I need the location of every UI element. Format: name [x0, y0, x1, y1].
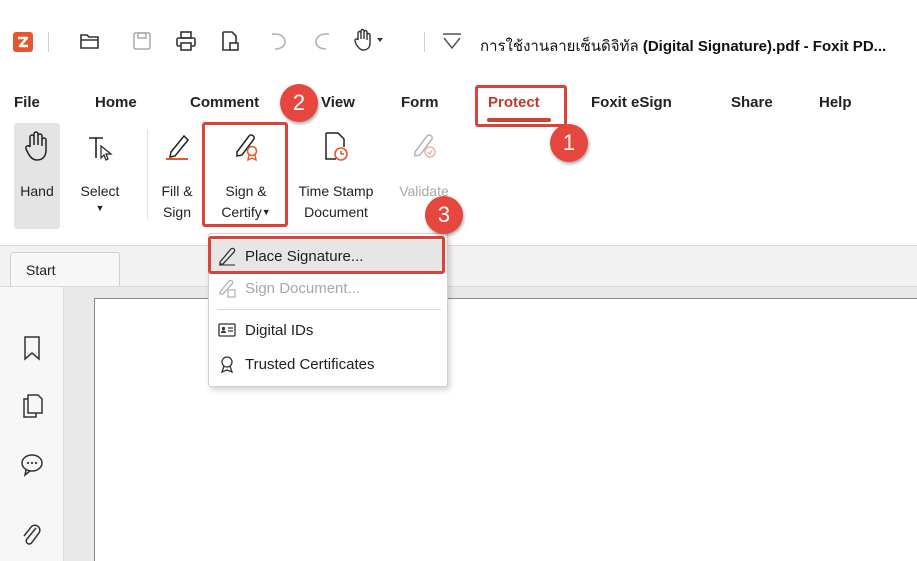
trusted-certificates-label: Trusted Certificates [245, 355, 375, 373]
time-stamp-label-2: Document [304, 204, 368, 220]
select-label: Select [80, 183, 120, 199]
tab-home[interactable]: Home [95, 94, 137, 111]
chevron-down-icon: ▼ [95, 203, 105, 213]
time-stamp-icon [321, 130, 351, 165]
place-signature-label: Place Signature... [245, 247, 364, 265]
divider [48, 32, 49, 52]
pages-icon[interactable] [20, 393, 44, 424]
time-stamp-button[interactable]: Time Stamp Document [289, 130, 383, 223]
comments-icon[interactable] [20, 452, 44, 483]
sign-document-icon [209, 278, 245, 298]
tab-help[interactable]: Help [819, 94, 852, 111]
fill-sign-button[interactable]: Fill & Sign [152, 130, 202, 223]
attachment-icon[interactable] [20, 522, 44, 553]
window-title: การใช้งานลายเซ็นดิจิทัล (Digital Signatu… [480, 34, 886, 58]
tab-comment[interactable]: Comment [190, 94, 259, 111]
save-icon[interactable] [131, 30, 153, 52]
fill-sign-pen-icon [162, 130, 192, 165]
digital-ids-label: Digital IDs [245, 321, 314, 339]
ribbon-divider [147, 130, 148, 220]
select-text-icon [85, 130, 115, 165]
sign-certify-icon [231, 130, 261, 165]
id-card-icon [209, 320, 245, 340]
step-badge-2: 2 [280, 84, 318, 122]
hand-button[interactable]: Hand [14, 130, 60, 202]
hand-mode-icon[interactable] [352, 28, 386, 52]
open-folder-icon[interactable] [79, 30, 101, 52]
create-icon[interactable] [219, 30, 241, 52]
redo-icon[interactable] [311, 30, 333, 52]
tab-file[interactable]: File [14, 94, 40, 111]
sign-certify-label-2: Certify▼ [221, 204, 271, 220]
sign-document-label: Sign Document... [245, 279, 361, 297]
window-title-thai: การใช้งานลายเซ็นดิจิทัล [480, 38, 639, 55]
select-button[interactable]: Select ▼ [70, 130, 130, 214]
window-title-rest: (Digital Signature).pdf - Foxit PD... [638, 38, 887, 55]
validate-button[interactable]: Validate [388, 130, 460, 202]
validate-icon [409, 130, 439, 165]
menu-item-trusted-certificates[interactable]: Trusted Certificates [209, 348, 447, 380]
step-badge-1: 1 [550, 124, 588, 162]
menu-separator [217, 309, 441, 310]
active-tab-indicator [487, 118, 551, 122]
fill-sign-label-1: Fill & [161, 183, 193, 199]
menu-item-place-signature[interactable]: Place Signature... [209, 240, 447, 272]
menu-item-sign-document[interactable]: Sign Document... [209, 272, 447, 304]
divider [424, 32, 425, 52]
tab-start-label: Start [26, 262, 56, 278]
foxit-logo-icon [12, 31, 34, 53]
sign-certify-dropdown-menu: Place Signature... Sign Document... Digi… [208, 233, 448, 387]
tab-foxit-esign[interactable]: Foxit eSign [591, 94, 672, 111]
fill-sign-label-2: Sign [162, 204, 192, 220]
customize-dropdown-icon[interactable] [440, 30, 464, 52]
chevron-down-icon: ▼ [261, 207, 271, 217]
certificate-ribbon-icon [209, 354, 245, 374]
hand-icon [22, 130, 52, 165]
tab-view[interactable]: View [321, 94, 355, 111]
place-signature-pen-icon [209, 246, 245, 266]
undo-icon[interactable] [268, 30, 290, 52]
document-tab-bar [0, 245, 917, 287]
navigation-sidebar [0, 287, 64, 561]
time-stamp-label-1: Time Stamp [298, 183, 374, 199]
sign-certify-button[interactable]: Sign & Certify▼ [207, 130, 285, 223]
menu-item-digital-ids[interactable]: Digital IDs [209, 314, 447, 346]
step-badge-3: 3 [425, 196, 463, 234]
bookmark-icon[interactable] [20, 335, 44, 366]
print-icon[interactable] [175, 30, 197, 52]
sign-certify-label-1: Sign & [225, 183, 267, 199]
tab-form[interactable]: Form [401, 94, 439, 111]
tab-share[interactable]: Share [731, 94, 773, 111]
hand-label: Hand [20, 183, 54, 199]
tab-protect[interactable]: Protect [488, 94, 540, 111]
